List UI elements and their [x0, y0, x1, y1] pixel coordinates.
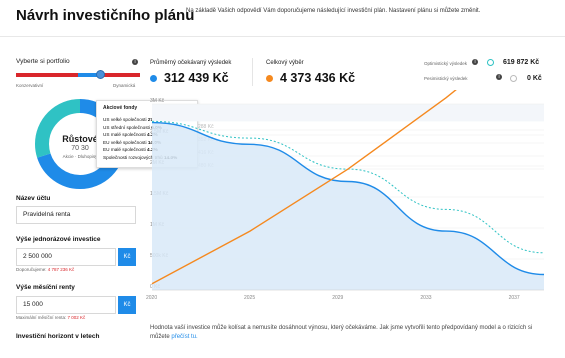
monthly-rent-input[interactable]: 15 000	[16, 296, 116, 314]
total-label: Celkový výběr	[266, 60, 304, 66]
slider-left-label: Konzervativní	[16, 83, 44, 88]
info-icon[interactable]: i	[472, 59, 478, 65]
page-intro: Na základě Vašich odpovědí Vám doporučuj…	[186, 8, 481, 14]
expected-dot	[150, 75, 157, 82]
x-tick-label: 2025	[244, 295, 255, 301]
slider-right-label: Dynamická	[113, 83, 136, 88]
summary-divider	[252, 58, 253, 86]
monthly-hint: Maximální měsíční renta: 7 002 Kč	[16, 315, 86, 320]
horizon-label: Investiční horizont v letech	[16, 333, 100, 340]
info-icon[interactable]: i	[496, 74, 502, 80]
expected-value: 312 439 Kč	[164, 71, 229, 85]
page-title: Návrh investičního plánu	[16, 7, 195, 24]
header-divider	[0, 36, 565, 37]
footer-note: Hodnota vaší investice může kolísat a ne…	[150, 325, 533, 340]
x-tick-label: 2020	[146, 295, 157, 301]
portfolio-label: Vyberte si portfolio	[16, 58, 70, 65]
optimistic-label: Optimistický výsledek	[424, 61, 468, 66]
y-tick-label: 3M Kč	[150, 98, 165, 104]
pessimistic-value: 0 Kč	[527, 75, 542, 82]
x-tick-label: 2037	[509, 295, 520, 301]
chart-region	[152, 104, 544, 122]
lump-sum-input[interactable]: 2 500 000	[16, 248, 116, 266]
monthly-currency-button[interactable]: Kč	[118, 296, 136, 314]
slider-track-dynamic	[100, 73, 140, 77]
optimistic-radio[interactable]	[487, 59, 494, 66]
lump-label: Výše jednorázové investice	[16, 236, 101, 243]
slider-handle[interactable]	[96, 70, 105, 79]
monthly-label: Výše měsíční renty	[16, 284, 75, 291]
x-tick-label: 2033	[420, 295, 431, 301]
pessimistic-label: Pesimistický výsledek	[424, 76, 468, 81]
expected-area	[152, 122, 544, 290]
forecast-chart[interactable]: 288 Kč352 Kč416 Kč480 Kč3M Kč2.5M Kč2M K…	[146, 90, 546, 315]
slider-track-conservative	[16, 73, 78, 77]
lump-hint: Doporučujeme: 4 787 236 Kč	[16, 267, 75, 272]
x-tick-label: 2029	[332, 295, 343, 301]
pessimistic-radio[interactable]	[510, 75, 517, 82]
info-icon[interactable]: i	[132, 59, 138, 65]
portfolio-slider[interactable]	[16, 70, 140, 79]
total-dot	[266, 75, 273, 82]
optimistic-value: 619 872 Kč	[503, 59, 540, 66]
account-label: Název účtu	[16, 195, 51, 202]
expected-label: Průměrný očekávaný výsledek	[150, 60, 232, 66]
read-more-link[interactable]: přečíst tu.	[171, 334, 197, 340]
total-value: 4 373 436 Kč	[280, 71, 356, 85]
tooltip-title: Akciové fondy	[103, 105, 138, 111]
lump-currency-button[interactable]: Kč	[118, 248, 136, 266]
account-name-input[interactable]: Pravidelná renta	[16, 206, 136, 224]
